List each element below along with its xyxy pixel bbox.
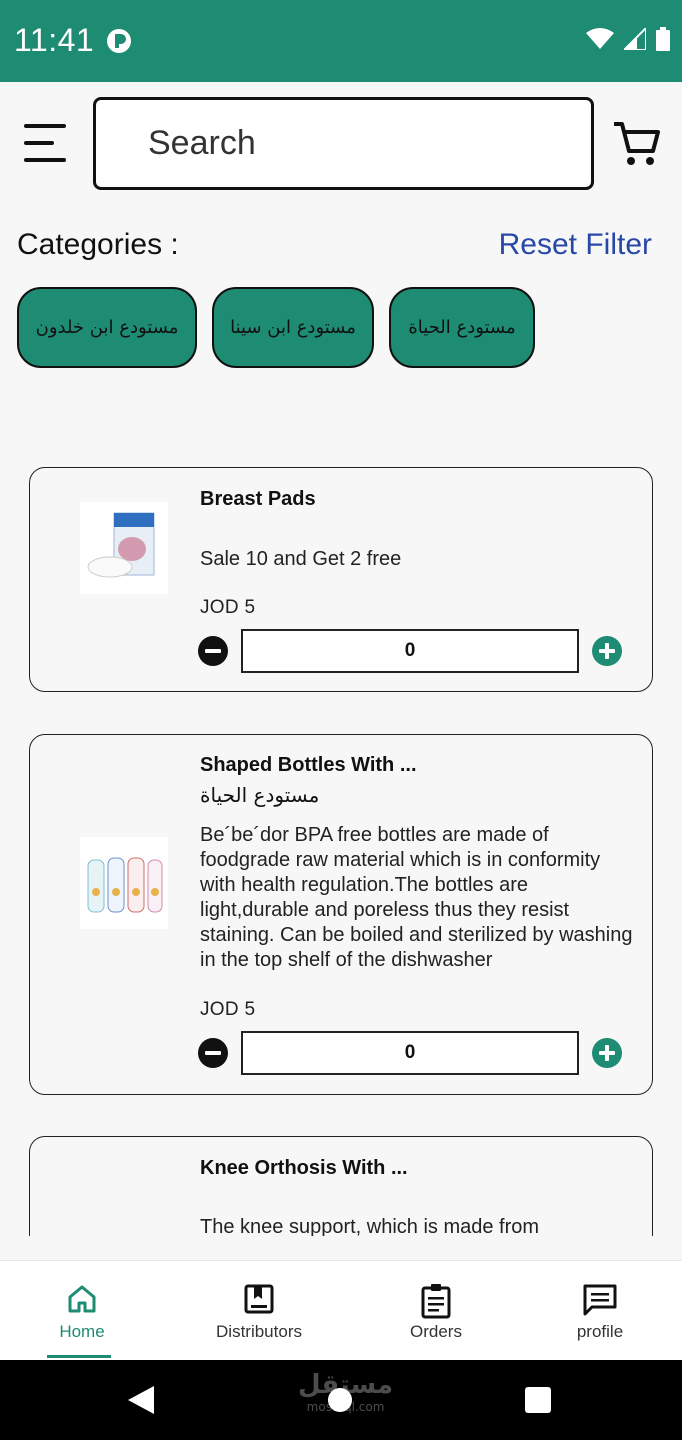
battery-icon <box>656 27 670 51</box>
quantity-stepper <box>198 629 624 673</box>
bottom-navigation: Home Distributors Orders profile <box>0 1260 682 1360</box>
nav-home[interactable]: Home <box>0 1261 167 1361</box>
product-image <box>80 502 168 594</box>
product-card[interactable]: Shaped Bottles With ... مستودع الحياة Be… <box>29 734 653 1095</box>
reset-filter-link[interactable]: Reset Filter <box>499 228 652 262</box>
wifi-icon <box>586 28 614 49</box>
product-card[interactable]: Knee Orthosis With ... The knee support,… <box>29 1136 653 1236</box>
clipboard-icon <box>421 1284 451 1319</box>
recent-apps-icon[interactable] <box>525 1387 551 1413</box>
product-description: The knee support, which is made from <box>200 1216 540 1236</box>
categories-header: Categories : Reset Filter <box>17 228 652 268</box>
product-distributor: مستودع الحياة <box>200 783 320 807</box>
nav-home-label: Home <box>59 1322 105 1341</box>
product-name: Shaped Bottles With ... <box>200 754 417 776</box>
decrease-quantity-button[interactable] <box>198 1038 228 1068</box>
status-bar: 11:41 <box>0 0 682 82</box>
bookmark-book-icon <box>244 1284 274 1314</box>
quantity-stepper <box>198 1031 624 1075</box>
decrease-quantity-button[interactable] <box>198 636 228 666</box>
product-image <box>80 837 168 929</box>
search-field[interactable] <box>93 97 594 190</box>
nav-distributors[interactable]: Distributors <box>174 1261 344 1361</box>
nav-orders[interactable]: Orders <box>351 1261 521 1361</box>
menu-button[interactable] <box>24 124 68 164</box>
app-notification-icon <box>106 28 132 59</box>
quantity-input[interactable] <box>241 1031 579 1075</box>
quantity-input[interactable] <box>241 629 579 673</box>
cart-button[interactable] <box>612 120 662 168</box>
product-card[interactable]: Breast Pads Sale 10 and Get 2 free JOD 5 <box>29 467 653 692</box>
nav-orders-label: Orders <box>410 1322 462 1341</box>
active-tab-indicator <box>47 1355 111 1358</box>
increase-quantity-button[interactable] <box>592 1038 622 1068</box>
signal-icon <box>624 28 646 50</box>
product-name: Knee Orthosis With ... <box>200 1157 408 1179</box>
message-icon <box>583 1284 617 1316</box>
back-icon[interactable] <box>128 1386 154 1414</box>
status-time: 11:41 <box>14 22 95 58</box>
home-icon <box>68 1285 96 1313</box>
increase-quantity-button[interactable] <box>592 636 622 666</box>
category-chip[interactable]: مستودع ابن سينا <box>212 287 374 368</box>
category-chip[interactable]: مستودع الحياة <box>389 287 535 368</box>
product-description: Be´be´dor BPA free bottles are made of f… <box>200 824 633 971</box>
home-circle-icon[interactable] <box>328 1388 352 1412</box>
product-price: JOD 5 <box>200 999 256 1020</box>
cart-icon <box>614 122 660 165</box>
search-input[interactable] <box>148 124 539 163</box>
nav-profile[interactable]: profile <box>515 1261 682 1361</box>
nav-profile-label: profile <box>576 1322 624 1341</box>
product-description: Sale 10 and Get 2 free <box>200 548 402 570</box>
nav-distributors-label: Distributors <box>216 1322 302 1341</box>
product-price: JOD 5 <box>200 597 256 618</box>
product-list[interactable]: Breast Pads Sale 10 and Get 2 free JOD 5… <box>0 440 682 1236</box>
category-chip[interactable]: مستودع ابن خلدون <box>17 287 197 368</box>
categories-title: Categories : <box>17 228 179 261</box>
product-name: Breast Pads <box>200 488 316 510</box>
system-navigation-bar: مستقل mostaql.com <box>0 1360 682 1440</box>
top-bar <box>0 82 682 208</box>
